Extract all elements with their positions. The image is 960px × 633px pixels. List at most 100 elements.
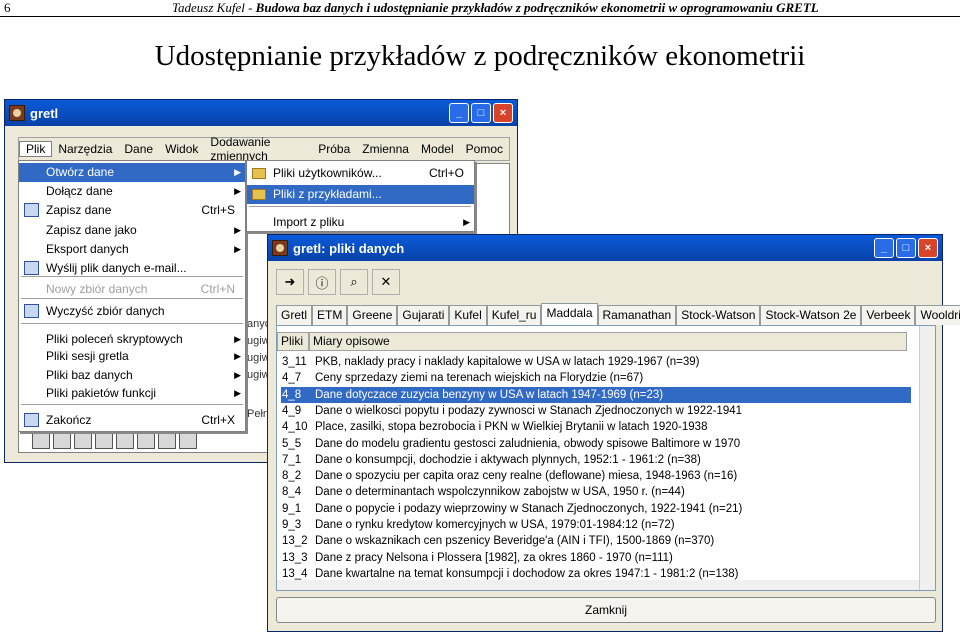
- tab-etm[interactable]: ETM: [312, 305, 348, 325]
- file-name-cell: 4_8: [282, 388, 302, 401]
- table-row[interactable]: 13_2 Dane o wskaznikach cen pszenicy Beve…: [281, 533, 911, 549]
- column-header-files[interactable]: Pliki: [277, 332, 309, 351]
- tab-wooldridge[interactable]: Wooldridge: [915, 305, 960, 325]
- open-file-icon[interactable]: ➜: [276, 269, 304, 295]
- table-row[interactable]: 4_10 Place, zasilki, stopa bezrobocia i P…: [281, 419, 911, 435]
- table-row[interactable]: 8_2 Dane o spozyciu per capita oraz ceny …: [281, 468, 911, 484]
- plik-menu-item[interactable]: Zapisz dane Ctrl+S: [19, 201, 245, 220]
- plik-menu-item[interactable]: Zakończ Ctrl+X: [19, 411, 245, 430]
- tab-stock-watson[interactable]: Stock-Watson: [676, 305, 761, 325]
- plik-menu-label: Zapisz dane jako: [46, 223, 137, 237]
- plik-menu-label: Pliki sesji gretla: [46, 349, 129, 363]
- maximize-button[interactable]: □: [896, 238, 916, 258]
- tab-stock-watson-2e[interactable]: Stock-Watson 2e: [760, 305, 862, 325]
- submenu-item[interactable]: Pliki użytkowników... Ctrl+O: [247, 164, 474, 183]
- menu-separator: [21, 298, 243, 299]
- plik-menu-item[interactable]: Pliki sesji gretla ▶: [19, 347, 245, 366]
- grid-icon[interactable]: [74, 431, 92, 449]
- tab-verbeek[interactable]: Verbeek: [861, 305, 916, 325]
- collection-tabs: Gretl ETM Greene Gujarati Kufel Kufel_ru Madda…: [276, 303, 960, 325]
- minimize-button[interactable]: _: [874, 238, 894, 258]
- plik-menu-item[interactable]: Nowy zbiór danych Ctrl+N: [19, 280, 245, 299]
- pdf-icon[interactable]: [116, 431, 134, 449]
- table-icon[interactable]: [95, 431, 113, 449]
- tab-gujarati[interactable]: Gujarati: [397, 305, 450, 325]
- plik-menu-item[interactable]: Otwórz dane ▶: [19, 163, 245, 182]
- tab-kufel-ru[interactable]: Kufel_ru: [486, 305, 542, 325]
- dialog-titlebar[interactable]: gretl: pliki danych _ □ ×: [268, 235, 942, 261]
- menu-6[interactable]: Zmienna: [356, 142, 415, 156]
- ruby-icon[interactable]: [137, 431, 155, 449]
- tab-gretl[interactable]: Gretl: [276, 305, 313, 325]
- menu-7[interactable]: Model: [415, 142, 460, 156]
- tab-ramanathan[interactable]: Ramanathan: [597, 305, 677, 325]
- menu-separator: [21, 276, 243, 277]
- main-window-title: gretl: [30, 105, 59, 121]
- broom-icon: [24, 304, 39, 318]
- header-rule: [0, 16, 960, 17]
- table-row[interactable]: 7_1 Dane o konsumpcji, dochodzie i aktywa…: [281, 452, 911, 468]
- plik-menu-item[interactable]: Pliki baz danych ▶: [19, 366, 245, 385]
- minimize-button[interactable]: _: [449, 103, 469, 123]
- plik-menu-item[interactable]: Dołącz dane ▶: [19, 182, 245, 201]
- plik-menu-item[interactable]: Wyczyść zbiór danych: [19, 302, 245, 321]
- column-header-description[interactable]: Miary opisowe: [309, 332, 907, 351]
- submenu-arrow-icon: ▶: [234, 167, 241, 177]
- search-icon[interactable]: ⌕: [340, 269, 368, 295]
- description-cell: Place, zasilki, stopa bezrobocia i PKN w…: [315, 421, 708, 434]
- table-row[interactable]: 4_9 Dane o wielkosci popytu i podazy zywn…: [281, 403, 911, 419]
- menu-2[interactable]: Dane: [118, 142, 159, 156]
- close-icon[interactable]: ✕: [372, 269, 400, 295]
- table-row[interactable]: 9_3 Dane o rynku kredytow komercyjnych w …: [281, 517, 911, 533]
- menu-1[interactable]: Narzędzia: [52, 142, 118, 156]
- maximize-button[interactable]: □: [471, 103, 491, 123]
- vertical-scrollbar[interactable]: [919, 326, 935, 590]
- main-titlebar[interactable]: gretl _ □ ×: [5, 100, 517, 126]
- plik-menu-label: Pliki pakietów funkcji: [46, 386, 157, 400]
- table-row[interactable]: 9_1 Dane o popycie i podazy wieprzowiny w…: [281, 501, 911, 517]
- description-cell: Dane o rynku kredytow komercyjnych w USA…: [315, 519, 675, 531]
- table-row[interactable]: 5_5 Dane do modelu gradientu gestosci zal…: [281, 436, 911, 452]
- running-head: Tadeusz Kufel - Budowa baz danych i udos…: [172, 0, 819, 16]
- table-row[interactable]: 4_8 Dane dotyczace zuzycia benzyny w USA …: [281, 386, 911, 403]
- description-cell: Ceny sprzedazy ziemi na terenach wiejski…: [315, 372, 644, 385]
- calculator-icon[interactable]: [32, 431, 50, 449]
- plik-menu-item[interactable]: Zapisz dane jako ▶: [19, 221, 245, 240]
- table-row[interactable]: 13_3 Dane z pracy Nelsona i Plossera [198…: [281, 550, 911, 566]
- info-icon[interactable]: ⓘ: [308, 269, 336, 295]
- submenu-item[interactable]: Pliki z przykładami...: [247, 185, 474, 204]
- menu-separator: [249, 206, 471, 207]
- beta-icon[interactable]: [179, 431, 197, 449]
- tab-maddala[interactable]: Maddala: [541, 303, 598, 325]
- tab-greene[interactable]: Greene: [347, 305, 398, 325]
- menu-8[interactable]: Pomoc: [460, 142, 509, 156]
- menu-shortcut: Ctrl+N: [200, 282, 235, 296]
- zamknij-button[interactable]: Zamknij: [276, 597, 936, 623]
- folder-icon: [252, 168, 266, 179]
- submenu-item[interactable]: Import z pliku ▶: [247, 213, 474, 232]
- menu-0[interactable]: Plik: [19, 141, 53, 157]
- table-row[interactable]: 3_11 PKB, naklady pracy i naklady kapital…: [281, 354, 911, 370]
- main-toolbar: [22, 429, 282, 451]
- menu-3[interactable]: Widok: [159, 142, 204, 156]
- description-cell: PKB, naklady pracy i naklady kapitalowe …: [315, 356, 700, 368]
- running-author: Tadeusz Kufel -: [172, 0, 256, 15]
- tab-kufel[interactable]: Kufel: [449, 305, 487, 325]
- plot-icon[interactable]: [158, 431, 176, 449]
- description-cell: Dane o wielkosci popytu i podazy zywnosc…: [315, 404, 743, 417]
- plik-menu-label: Nowy zbiór danych: [46, 282, 148, 296]
- page-title: Udostępnianie przykładów z podręczników …: [154, 40, 806, 72]
- close-window-button[interactable]: ×: [918, 238, 938, 258]
- description-cell: Dane o wskaznikach cen pszenicy Beveridg…: [315, 535, 715, 548]
- terminal-icon[interactable]: [53, 431, 71, 449]
- gretl-logo-icon: [272, 240, 288, 256]
- table-row[interactable]: 8_4 Dane o determinantach wspolczynnikow …: [281, 484, 911, 500]
- table-row[interactable]: 4_7 Ceny sprzedazy ziemi na terenach wiej…: [281, 370, 911, 386]
- close-window-button[interactable]: ×: [493, 103, 513, 123]
- menu-4[interactable]: Dodawanie zmiennych: [204, 135, 312, 163]
- plik-menu-item[interactable]: Pliki pakietów funkcji ▶: [19, 384, 245, 403]
- menu-5[interactable]: Próba: [312, 142, 356, 156]
- table-row[interactable]: 13_4 Dane kwartalne na temat konsumpcji i…: [281, 566, 911, 582]
- plik-menu-label: Dołącz dane: [46, 184, 113, 198]
- plik-menu-item[interactable]: Eksport danych ▶: [19, 240, 245, 259]
